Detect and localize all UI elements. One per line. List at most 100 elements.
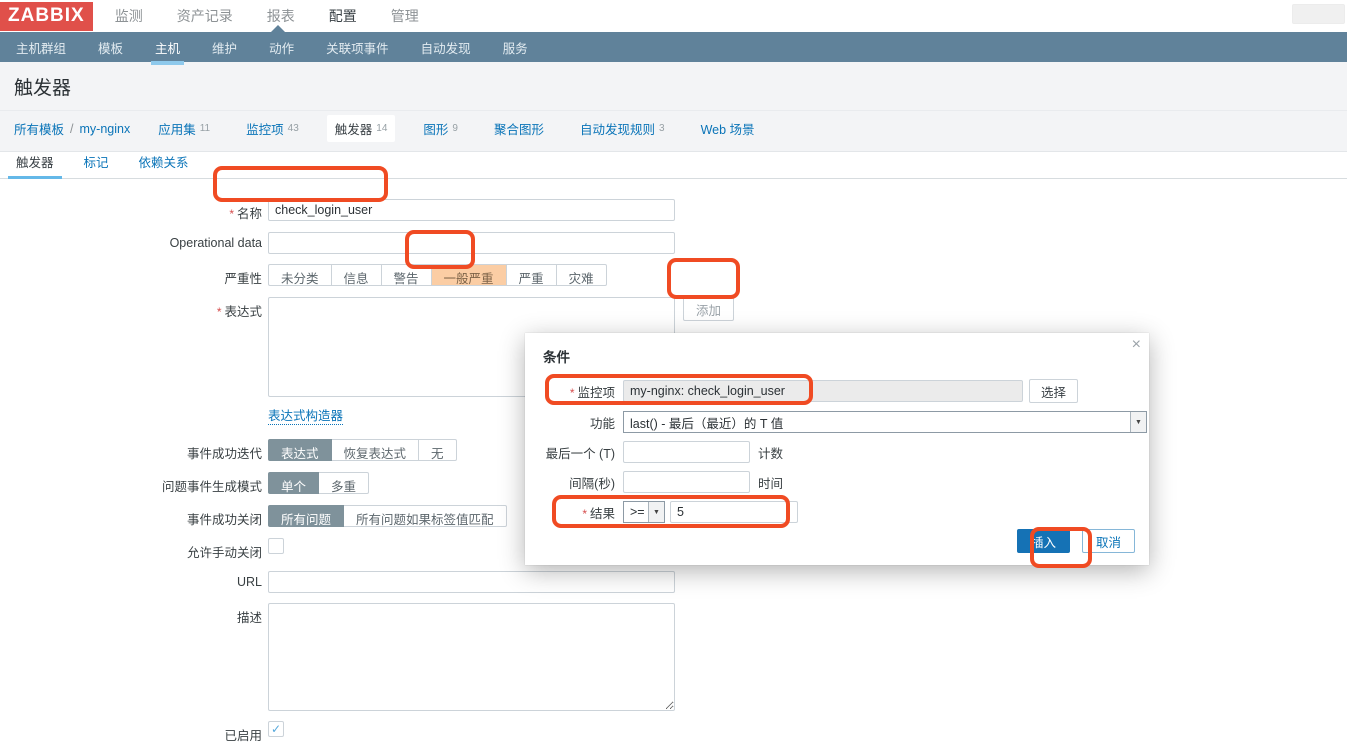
crumb-web-scenarios[interactable]: Web 场景 bbox=[693, 115, 763, 142]
crumb-triggers[interactable]: 触发器14 bbox=[327, 115, 396, 142]
severity-information[interactable]: 信息 bbox=[332, 264, 382, 286]
subnav-templates[interactable]: 模板 bbox=[96, 32, 125, 63]
top-menu-administration[interactable]: 管理 bbox=[391, 6, 419, 26]
problem-mode-single[interactable]: 单个 bbox=[268, 472, 319, 494]
subnav-actions[interactable]: 动作 bbox=[267, 32, 296, 63]
modal-item-row: *监控项 选择 bbox=[543, 379, 1131, 403]
modal-result-operator-select[interactable]: >= ▼ bbox=[623, 501, 665, 523]
modal-item-select-button[interactable]: 选择 bbox=[1029, 379, 1078, 403]
top-menu-configuration[interactable]: 配置 bbox=[329, 6, 357, 26]
name-input[interactable] bbox=[268, 199, 675, 221]
severity-high[interactable]: 严重 bbox=[507, 264, 557, 286]
subnav-maintenance[interactable]: 维护 bbox=[210, 32, 239, 63]
severity-average[interactable]: 一般严重 bbox=[432, 264, 507, 286]
tab-trigger[interactable]: 触发器 bbox=[14, 147, 56, 178]
severity-disaster[interactable]: 灾难 bbox=[557, 264, 607, 286]
expression-label: 表达式 bbox=[224, 305, 262, 319]
enabled-row: 已启用 ✓ bbox=[0, 721, 1347, 744]
operational-data-row: Operational data bbox=[0, 232, 1347, 254]
check-icon: ✓ bbox=[271, 722, 281, 736]
modal-function-select[interactable]: last() - 最后（最近）的 T 值 ▼ bbox=[623, 411, 1147, 433]
modal-item-label: 监控项 bbox=[577, 386, 615, 400]
modal-function-row: 功能 last() - 最后（最近）的 T 值 ▼ bbox=[543, 411, 1131, 433]
modal-interval-suffix: 时间 bbox=[758, 473, 783, 492]
modal-item-input[interactable] bbox=[623, 380, 1023, 402]
subnav-host-groups[interactable]: 主机群组 bbox=[14, 32, 68, 63]
operational-data-label: Operational data bbox=[0, 232, 262, 250]
crumb-graphs-count: 9 bbox=[452, 123, 458, 134]
modal-interval-label: 间隔(秒) bbox=[543, 473, 615, 492]
url-input[interactable] bbox=[268, 571, 675, 593]
ok-event-none[interactable]: 无 bbox=[419, 439, 457, 461]
modal-function-label: 功能 bbox=[543, 413, 615, 432]
crumb-triggers-count: 14 bbox=[376, 123, 387, 134]
ok-close-all-problems-if-tag[interactable]: 所有问题如果标签值匹配 bbox=[344, 505, 507, 527]
page-header: 触发器 所有模板 / my-nginx 应用集11 监控项43 触发器14 图形… bbox=[0, 62, 1347, 152]
ok-event-closes-segmented-control: 所有问题 所有问题如果标签值匹配 bbox=[268, 505, 507, 527]
description-label: 描述 bbox=[0, 603, 262, 626]
enabled-label: 已启用 bbox=[0, 721, 262, 744]
severity-warning[interactable]: 警告 bbox=[382, 264, 432, 286]
top-menu: 监测 资产记录 报表 配置 管理 bbox=[115, 6, 419, 26]
modal-last-of-suffix: 计数 bbox=[758, 443, 783, 462]
tab-dependencies[interactable]: 依赖关系 bbox=[137, 147, 191, 178]
crumb-items[interactable]: 监控项43 bbox=[238, 115, 307, 142]
modal-result-operator-value: >= bbox=[624, 505, 648, 519]
condition-modal: × 条件 *监控项 选择 功能 last() - 最后（最近）的 T 值 ▼ 最… bbox=[525, 333, 1149, 565]
modal-cancel-button[interactable]: 取消 bbox=[1082, 529, 1135, 553]
modal-last-of-input[interactable] bbox=[623, 441, 750, 463]
search-input[interactable] bbox=[1292, 4, 1345, 24]
breadcrumb-all-templates-link[interactable]: 所有模板 bbox=[14, 119, 64, 138]
modal-result-input[interactable] bbox=[670, 501, 798, 523]
problem-mode-multiple[interactable]: 多重 bbox=[319, 472, 369, 494]
expression-constructor-link[interactable]: 表达式构造器 bbox=[268, 405, 343, 425]
page: ZABBIX 监测 资产记录 报表 配置 管理 主机群组 模板 主机 维护 动作… bbox=[0, 0, 1347, 744]
modal-last-of-row: 最后一个 (T) 计数 bbox=[543, 441, 1131, 463]
tab-tags[interactable]: 标记 bbox=[82, 147, 111, 178]
crumb-discovery-rules[interactable]: 自动发现规则3 bbox=[572, 115, 673, 142]
ok-event-recovery-expression[interactable]: 恢复表达式 bbox=[332, 439, 420, 461]
modal-result-label: 结果 bbox=[590, 507, 615, 521]
description-row: 描述 bbox=[0, 603, 1347, 711]
operational-data-input[interactable] bbox=[268, 232, 675, 254]
breadcrumb-template-link[interactable]: my-nginx bbox=[80, 122, 131, 136]
sub-navbar: 主机群组 模板 主机 维护 动作 关联项事件 自动发现 服务 bbox=[0, 32, 1347, 62]
ok-event-expression[interactable]: 表达式 bbox=[268, 439, 332, 461]
problem-event-mode-segmented-control: 单个 多重 bbox=[268, 472, 369, 494]
breadcrumb-separator: / bbox=[70, 122, 73, 136]
close-icon[interactable]: × bbox=[1132, 337, 1141, 353]
ok-event-generation-label: 事件成功迭代 bbox=[0, 439, 262, 462]
top-menu-reports[interactable]: 报表 bbox=[267, 6, 295, 26]
modal-insert-button[interactable]: 插入 bbox=[1017, 529, 1070, 553]
crumb-screens[interactable]: 聚合图形 bbox=[486, 115, 552, 142]
subnav-event-correlation[interactable]: 关联项事件 bbox=[324, 32, 391, 63]
crumb-items-count: 43 bbox=[288, 123, 299, 134]
expression-add-button[interactable]: 添加 bbox=[683, 297, 734, 321]
crumb-applications-count: 11 bbox=[200, 123, 210, 134]
name-label: 名称 bbox=[237, 207, 262, 221]
severity-row: 严重性 未分类 信息 警告 一般严重 严重 灾难 bbox=[0, 264, 1347, 287]
subnav-hosts[interactable]: 主机 bbox=[153, 32, 182, 63]
manual-close-label: 允许手动关闭 bbox=[0, 538, 262, 561]
crumb-graphs[interactable]: 图形9 bbox=[415, 115, 466, 142]
severity-not-classified[interactable]: 未分类 bbox=[268, 264, 332, 286]
severity-label: 严重性 bbox=[0, 264, 262, 287]
description-textarea[interactable] bbox=[268, 603, 675, 711]
trigger-tabbar: 触发器 标记 依赖关系 bbox=[0, 152, 1347, 179]
enabled-checkbox[interactable]: ✓ bbox=[268, 721, 284, 737]
required-mark: * bbox=[229, 207, 234, 221]
top-menu-inventory[interactable]: 资产记录 bbox=[177, 6, 233, 26]
subnav-discovery[interactable]: 自动发现 bbox=[419, 32, 473, 63]
modal-interval-input[interactable] bbox=[623, 471, 750, 493]
problem-event-mode-label: 问题事件生成模式 bbox=[0, 472, 262, 495]
required-mark: * bbox=[582, 507, 587, 521]
modal-title: 条件 bbox=[543, 346, 1131, 366]
zabbix-logo[interactable]: ZABBIX bbox=[0, 2, 93, 31]
modal-interval-row: 间隔(秒) 时间 bbox=[543, 471, 1131, 493]
ok-close-all-problems[interactable]: 所有问题 bbox=[268, 505, 344, 527]
name-row: *名称 bbox=[0, 199, 1347, 222]
manual-close-checkbox[interactable] bbox=[268, 538, 284, 554]
top-menu-monitoring[interactable]: 监测 bbox=[115, 6, 143, 26]
crumb-applications[interactable]: 应用集11 bbox=[150, 115, 218, 142]
subnav-services[interactable]: 服务 bbox=[501, 32, 530, 63]
